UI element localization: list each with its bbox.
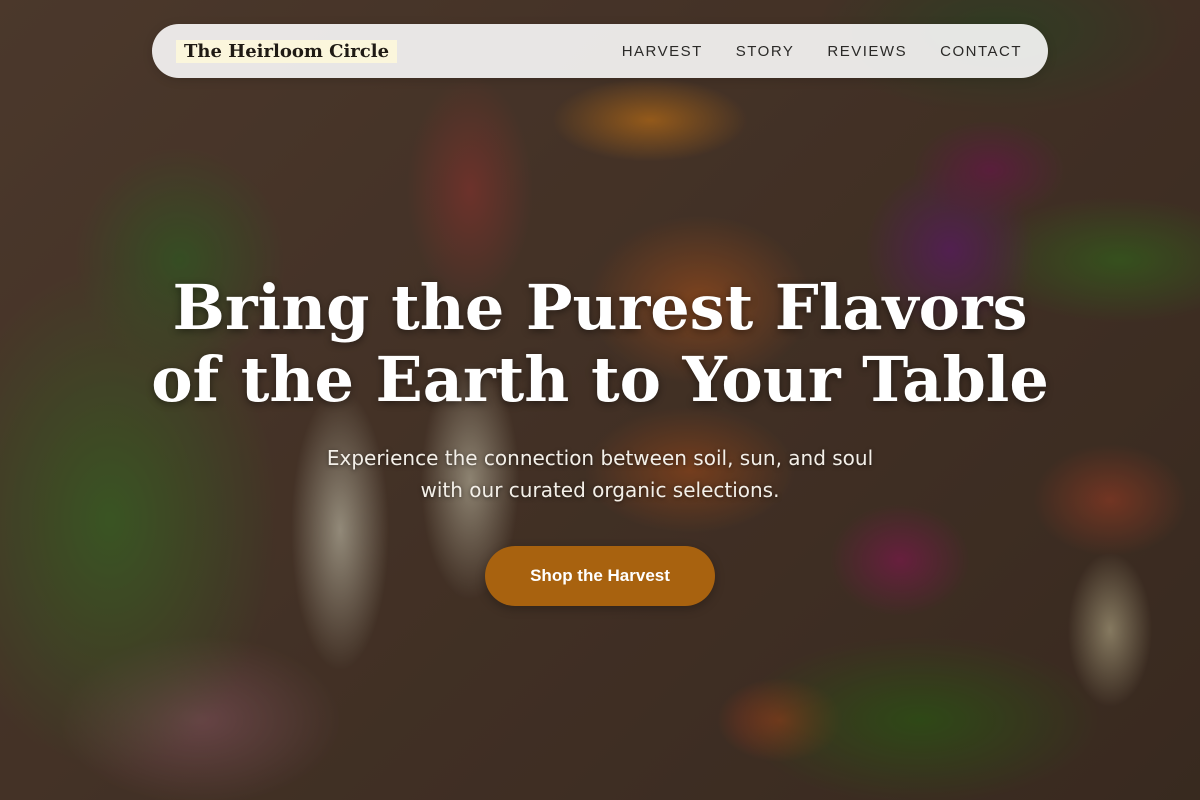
nav-item-harvest[interactable]: HARVEST: [622, 43, 703, 60]
hero-headline-line-1: Bring the Purest Flavors: [172, 271, 1028, 344]
hero-headline: Bring the Purest Flavors of the Earth to…: [0, 272, 1200, 416]
shop-the-harvest-button[interactable]: Shop the Harvest: [485, 546, 715, 606]
brand-logo[interactable]: The Heirloom Circle: [176, 39, 398, 63]
nav-item-contact[interactable]: CONTACT: [940, 43, 1022, 60]
nav-item-story[interactable]: STORY: [736, 43, 795, 60]
top-navigation-bar: The Heirloom Circle HARVEST STORY REVIEW…: [152, 24, 1048, 78]
hero-subtitle: Experience the connection between soil, …: [250, 442, 950, 506]
nav-item-reviews[interactable]: REVIEWS: [827, 43, 907, 60]
hero-section: The Heirloom Circle HARVEST STORY REVIEW…: [0, 0, 1200, 800]
hero-content: Bring the Purest Flavors of the Earth to…: [0, 272, 1200, 506]
nav-menu: HARVEST STORY REVIEWS CONTACT: [622, 43, 1022, 60]
hero-headline-line-2: of the Earth to Your Table: [151, 343, 1049, 416]
hero-subtitle-line-1: Experience the connection between soil, …: [326, 446, 874, 470]
hero-subtitle-line-2: with our curated organic selections.: [420, 478, 780, 502]
